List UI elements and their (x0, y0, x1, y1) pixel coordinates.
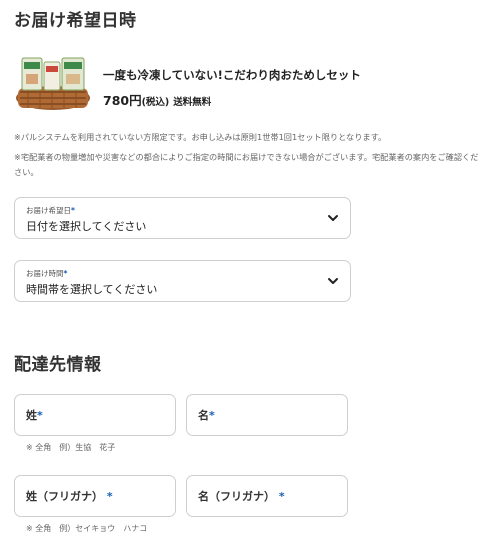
first-name-field[interactable]: 名* (186, 394, 348, 436)
chevron-down-icon (328, 215, 338, 221)
required-marker: * (209, 409, 215, 422)
required-marker: * (63, 269, 68, 278)
free-shipping-label: 送料無料 (173, 97, 212, 108)
product-image (16, 57, 90, 110)
required-marker: * (106, 490, 113, 503)
name-hint: ※ 全角 例）生協 花子 (26, 443, 116, 452)
delivery-date-value: 日付を選択してください (26, 220, 147, 233)
tax-label: (税込) (141, 97, 170, 108)
first-name-label: 名* (198, 409, 215, 422)
notice-eligibility: ※パルシステムを利用されていない方限定です。お申し込みは原則1世帯1回1セット限… (14, 132, 387, 142)
required-marker: * (71, 206, 75, 215)
chevron-down-icon (328, 278, 338, 284)
delivery-time-label: お届け時間* (26, 269, 68, 278)
product-name: 一度も冷凍していない!こだわり肉おためしセット (103, 68, 361, 82)
first-name-kana-label: 名（フリガナ） * (198, 490, 285, 503)
product-price: 780円 (103, 93, 142, 108)
last-name-kana-field[interactable]: 姓（フリガナ） * (14, 475, 176, 517)
delivery-address-title: 配達先情報 (14, 355, 102, 375)
delivery-date-select[interactable]: お届け希望日* 日付を選択してください (14, 197, 351, 239)
delivery-time-value: 時間帯を選択してください (26, 283, 158, 296)
product-price-line: 780円(税込) 送料無料 (103, 90, 211, 109)
required-marker: * (37, 409, 43, 422)
first-name-kana-field[interactable]: 名（フリガナ） * (186, 475, 348, 517)
delivery-datetime-title: お届け希望日時 (14, 11, 137, 31)
required-marker: * (278, 490, 285, 503)
last-name-kana-label: 姓（フリガナ） * (26, 490, 113, 503)
notice-delivery-delay: ※宅配業者の物量増加や災害などの都合によりご指定の時間にお届けできない場合がござ… (14, 152, 479, 177)
delivery-time-select[interactable]: お届け時間* 時間帯を選択してください (14, 260, 351, 302)
delivery-date-label: お届け希望日* (26, 206, 75, 215)
last-name-label: 姓* (26, 409, 43, 422)
kana-hint: ※ 全角 例）セイキョウ ハナコ (26, 524, 148, 533)
product-summary: 一度も冷凍していない!こだわり肉おためしセット 780円(税込) 送料無料 (14, 54, 484, 116)
last-name-field[interactable]: 姓* (14, 394, 176, 436)
